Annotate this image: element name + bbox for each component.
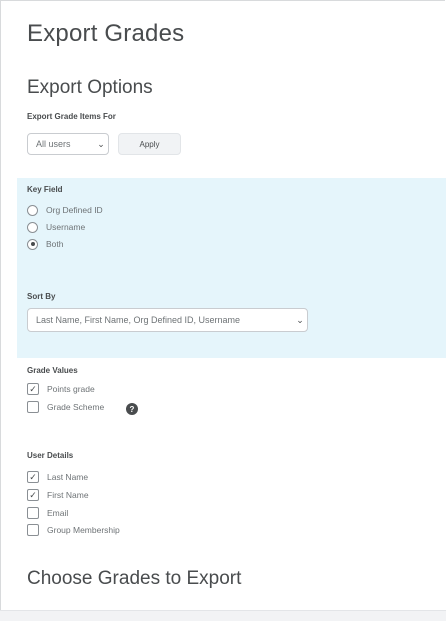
checkbox-first-name[interactable]: ✓ First Name (27, 489, 89, 501)
checkbox-label: Points grade (47, 384, 95, 394)
radio-label: Username (46, 222, 86, 232)
checkbox-checked[interactable]: ✓ (27, 471, 39, 483)
checkbox-label: Group Membership (47, 525, 120, 535)
checkbox-points-grade[interactable]: ✓ Points grade (27, 383, 95, 395)
checkbox-label: Grade Scheme (47, 402, 105, 412)
checkbox-label: First Name (47, 490, 89, 500)
radio-button-selected[interactable] (27, 238, 38, 250)
page-title: Export Grades (27, 20, 185, 47)
user-details-label: User Details (27, 451, 74, 460)
sort-by-label: Sort By (27, 292, 56, 301)
choose-grades-heading: Choose Grades to Export (27, 568, 242, 589)
export-options-heading: Export Options (27, 77, 153, 98)
checkbox-checked[interactable]: ✓ (27, 383, 39, 395)
checkbox-checked[interactable]: ✓ (27, 489, 39, 501)
radio-button[interactable] (27, 204, 38, 216)
chevron-down-icon: ⌄ (97, 138, 105, 149)
checkbox-label: Email (47, 508, 69, 518)
radio-org-defined-id[interactable]: Org Defined ID (27, 204, 103, 216)
users-select-value: All users (36, 139, 71, 149)
sort-by-select[interactable]: Last Name, First Name, Org Defined ID, U… (27, 308, 308, 332)
checkbox-unchecked[interactable] (27, 524, 39, 536)
help-icon[interactable]: ? (126, 403, 138, 415)
apply-button[interactable]: Apply (118, 133, 181, 155)
radio-label: Both (46, 239, 64, 249)
radio-label: Org Defined ID (46, 205, 103, 215)
radio-button[interactable] (27, 221, 38, 233)
sort-by-select-value: Last Name, First Name, Org Defined ID, U… (36, 315, 241, 325)
checkbox-email[interactable]: Email (27, 507, 68, 519)
chevron-down-icon: ⌄ (296, 314, 304, 325)
checkbox-label: Last Name (47, 472, 89, 482)
radio-username[interactable]: Username (27, 221, 85, 233)
scroll-edge (0, 610, 446, 621)
grade-values-label: Grade Values (27, 366, 78, 375)
checkbox-last-name[interactable]: ✓ Last Name (27, 471, 88, 483)
checkbox-unchecked[interactable] (27, 401, 39, 413)
checkbox-grade-scheme[interactable]: Grade Scheme (27, 401, 104, 413)
checkbox-group-membership[interactable]: Group Membership (27, 524, 120, 536)
checkbox-unchecked[interactable] (27, 507, 39, 519)
export-items-for-label: Export Grade Items For (27, 112, 116, 121)
users-select[interactable]: All users ⌄ (27, 133, 109, 155)
radio-both[interactable]: Both (27, 238, 64, 250)
key-field-label: Key Field (27, 185, 63, 194)
